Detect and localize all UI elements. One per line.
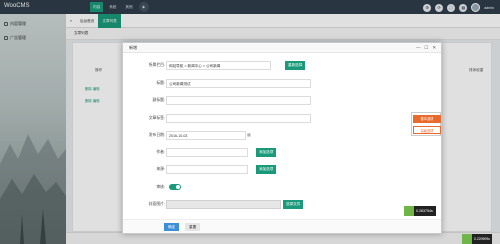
audit-toggle[interactable]	[169, 184, 181, 190]
tag-field[interactable]	[166, 114, 311, 123]
category-label: 所属栏目:	[148, 63, 165, 67]
author-field[interactable]	[166, 148, 248, 157]
leaf-icon	[462, 234, 472, 244]
choose-file-button[interactable]: 选择文件	[283, 200, 304, 209]
add-author-button[interactable]: 添加选项	[256, 148, 277, 157]
title-label: 标题:	[156, 81, 165, 85]
add-article-modal: 新增 — ☐ ✕ 所属栏目: 网站导航 > 新闻中心 > 公司新闻 重新选择 标…	[122, 42, 442, 234]
reset-button[interactable]: 重置	[185, 223, 201, 231]
leaf-icon	[404, 206, 414, 216]
perf-counter-bottom: 0.220909s	[462, 234, 492, 244]
modal-header: 新增 — ☐ ✕	[123, 43, 441, 53]
maximize-icon[interactable]: ☐	[424, 45, 428, 51]
modal-footer: 确定 重置	[123, 219, 441, 233]
close-icon[interactable]: ✕	[432, 45, 436, 51]
confirm-button[interactable]: 确定	[164, 223, 180, 231]
cover-field[interactable]	[166, 200, 281, 209]
subtitle-label: 副标题:	[152, 98, 165, 102]
category-field[interactable]: 网站导航 > 新闻中心 > 公司新闻	[166, 61, 271, 70]
subtitle-field[interactable]	[166, 96, 311, 105]
date-label: 发布日期:	[148, 133, 165, 137]
advanced-options-button[interactable]: 高级选项	[413, 126, 441, 134]
perf-counter-value: 0.263754s	[416, 209, 433, 213]
calendar-icon[interactable]: ▦	[247, 132, 251, 137]
perf-counter-value: 0.220909s	[474, 237, 490, 241]
basic-options-button[interactable]: 基本选项	[413, 115, 441, 123]
source-field[interactable]	[166, 165, 248, 174]
date-field[interactable]: 2016-10-03	[166, 131, 246, 140]
minimize-icon[interactable]: —	[416, 45, 420, 51]
add-source-button[interactable]: 添加选项	[256, 165, 277, 174]
title-field[interactable]: 公司新闻测试	[166, 79, 311, 88]
perf-counter: 0.263754s	[404, 206, 436, 216]
source-label: 来源:	[156, 167, 165, 171]
options-popover: 基本选项 高级选项	[411, 112, 441, 136]
tag-label: 文章标签:	[148, 116, 165, 120]
reselect-button[interactable]: 重新选择	[285, 61, 306, 70]
cover-label: 封面图片:	[148, 202, 165, 206]
audit-label: 审核:	[156, 185, 165, 189]
modal-title: 新增	[129, 45, 137, 50]
modal-controls: — ☐ ✕	[416, 45, 436, 51]
toggle-knob	[176, 185, 180, 189]
author-label: 作者:	[156, 150, 165, 154]
